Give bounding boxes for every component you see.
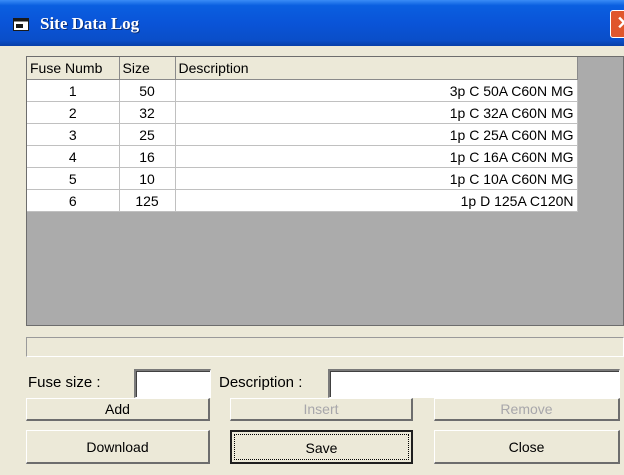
cell-fuse-number[interactable]: 6: [27, 189, 120, 212]
cell-description[interactable]: 1p C 16A C60N MG: [175, 145, 578, 168]
description-label: Description :: [219, 374, 303, 391]
save-button[interactable]: Save: [230, 430, 413, 464]
fuse-data-grid[interactable]: Fuse Numb Size Description 1 50 3p C 50A C…: [26, 56, 624, 326]
status-bar: [26, 337, 624, 357]
insert-button[interactable]: Insert: [230, 398, 413, 421]
add-button[interactable]: Add: [26, 398, 210, 421]
table-row[interactable]: 4 16 1p C 16A C60N MG: [27, 145, 578, 168]
cell-fuse-number[interactable]: 1: [27, 79, 120, 102]
cell-description[interactable]: 1p D 125A C120N: [175, 189, 578, 212]
cell-description[interactable]: 1p C 10A C60N MG: [175, 167, 578, 190]
column-header-size[interactable]: Size: [119, 57, 176, 80]
fuse-size-label: Fuse size :: [28, 374, 101, 391]
column-header-fuse-number[interactable]: Fuse Numb: [27, 57, 120, 80]
cell-size[interactable]: 10: [119, 167, 176, 190]
cell-fuse-number[interactable]: 5: [27, 167, 120, 190]
fuse-table: Fuse Numb Size Description 1 50 3p C 50A C…: [27, 57, 578, 212]
window-icon: [13, 18, 29, 31]
cell-size[interactable]: 50: [119, 79, 176, 102]
cell-size[interactable]: 16: [119, 145, 176, 168]
cell-description[interactable]: 1p C 32A C60N MG: [175, 101, 578, 124]
table-row[interactable]: 6 125 1p D 125A C120N: [27, 189, 578, 212]
cell-size[interactable]: 32: [119, 101, 176, 124]
save-button-label: Save: [305, 440, 338, 456]
cell-fuse-number[interactable]: 2: [27, 101, 120, 124]
close-icon[interactable]: ✕: [610, 10, 624, 38]
cell-size[interactable]: 125: [119, 189, 176, 212]
column-header-description[interactable]: Description: [175, 57, 578, 80]
cell-size[interactable]: 25: [119, 123, 176, 146]
cell-fuse-number[interactable]: 3: [27, 123, 120, 146]
download-button[interactable]: Download: [26, 430, 210, 464]
cell-fuse-number[interactable]: 4: [27, 145, 120, 168]
table-row[interactable]: 2 32 1p C 32A C60N MG: [27, 101, 578, 124]
description-input[interactable]: [328, 369, 620, 398]
site-data-log-window: Site Data Log ✕ Fuse Numb Size Descripti…: [0, 0, 624, 475]
table-header-row: Fuse Numb Size Description: [27, 57, 578, 80]
table-row[interactable]: 3 25 1p C 25A C60N MG: [27, 123, 578, 146]
close-button[interactable]: Close: [434, 430, 620, 464]
window-title: Site Data Log: [40, 14, 140, 33]
cell-description[interactable]: 3p C 50A C60N MG: [175, 79, 578, 102]
cell-description[interactable]: 1p C 25A C60N MG: [175, 123, 578, 146]
table-row[interactable]: 1 50 3p C 50A C60N MG: [27, 79, 578, 102]
fuse-size-input[interactable]: [134, 369, 211, 398]
title-bar[interactable]: Site Data Log ✕: [0, 0, 624, 46]
table-row[interactable]: 5 10 1p C 10A C60N MG: [27, 167, 578, 190]
remove-button[interactable]: Remove: [434, 398, 620, 421]
